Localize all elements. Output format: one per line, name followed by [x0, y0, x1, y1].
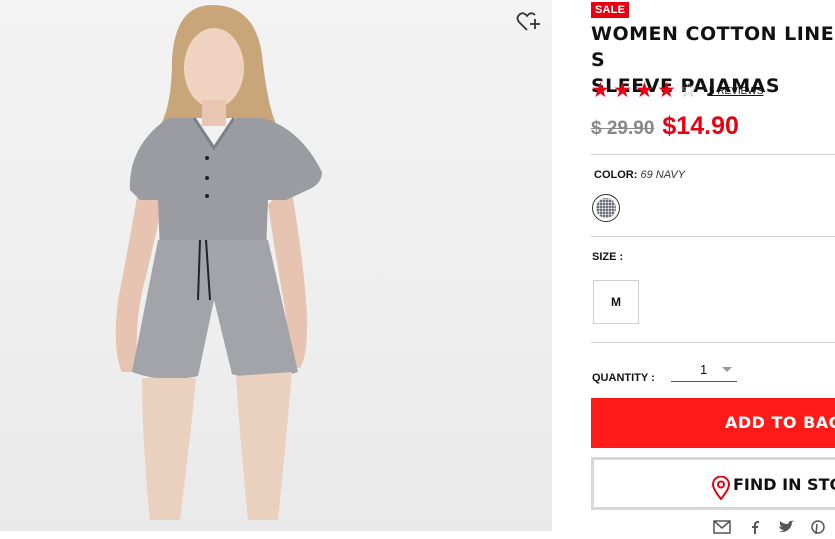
star-filled-icon: ★: [635, 79, 654, 102]
original-price: $ 29.90: [591, 118, 655, 139]
product-details-panel: SALE WOMEN COTTON LINEN S SLEEVE PAJAMAS…: [591, 0, 835, 535]
star-empty-icon: ☆: [679, 79, 698, 102]
mail-icon[interactable]: [713, 520, 731, 534]
rating-row: ★ ★ ★ ★ ☆ 5 REVIEWS: [591, 80, 763, 102]
color-value: 69 NAVY: [640, 169, 686, 181]
add-to-bag-label: ADD TO BAG: [725, 413, 835, 432]
star-filled-icon: ★: [657, 79, 676, 102]
reviews-link[interactable]: 5 REVIEWS: [709, 86, 763, 97]
wishlist-heart-plus-icon[interactable]: [516, 10, 542, 34]
star-filled-icon: ★: [591, 79, 610, 102]
quantity-select[interactable]: 1: [671, 358, 737, 382]
quantity-value: 1: [700, 362, 708, 377]
model-photo: [115, 5, 322, 520]
color-swatch-navy[interactable]: [592, 194, 620, 222]
star-filled-icon: ★: [613, 79, 632, 102]
gingham-swatch-icon: [596, 198, 616, 218]
twitter-icon[interactable]: [777, 520, 795, 534]
size-option-m[interactable]: M: [593, 280, 639, 324]
chevron-down-icon: [722, 367, 732, 372]
sale-badge: SALE: [591, 2, 630, 18]
product-image: [0, 0, 552, 531]
find-in-store-label: FIND IN STORE: [733, 475, 835, 494]
location-pin-icon: [711, 475, 731, 501]
share-icons: [713, 520, 827, 535]
pinterest-icon[interactable]: [809, 520, 827, 535]
add-to-bag-button[interactable]: ADD TO BAG: [591, 398, 835, 448]
divider: [591, 342, 835, 343]
quantity-label: QUANTITY :: [592, 372, 655, 384]
find-in-store-button[interactable]: FIND IN STORE: [591, 457, 835, 510]
color-label: COLOR: 69 NAVY: [594, 169, 686, 181]
star-rating: ★ ★ ★ ★ ☆: [591, 79, 701, 102]
size-label: SIZE :: [592, 251, 624, 263]
sale-price: $14.90: [662, 112, 739, 140]
divider: [591, 236, 835, 237]
facebook-icon[interactable]: [745, 520, 763, 534]
divider: [591, 154, 835, 155]
price-row: $ 29.90 $14.90: [591, 112, 739, 141]
